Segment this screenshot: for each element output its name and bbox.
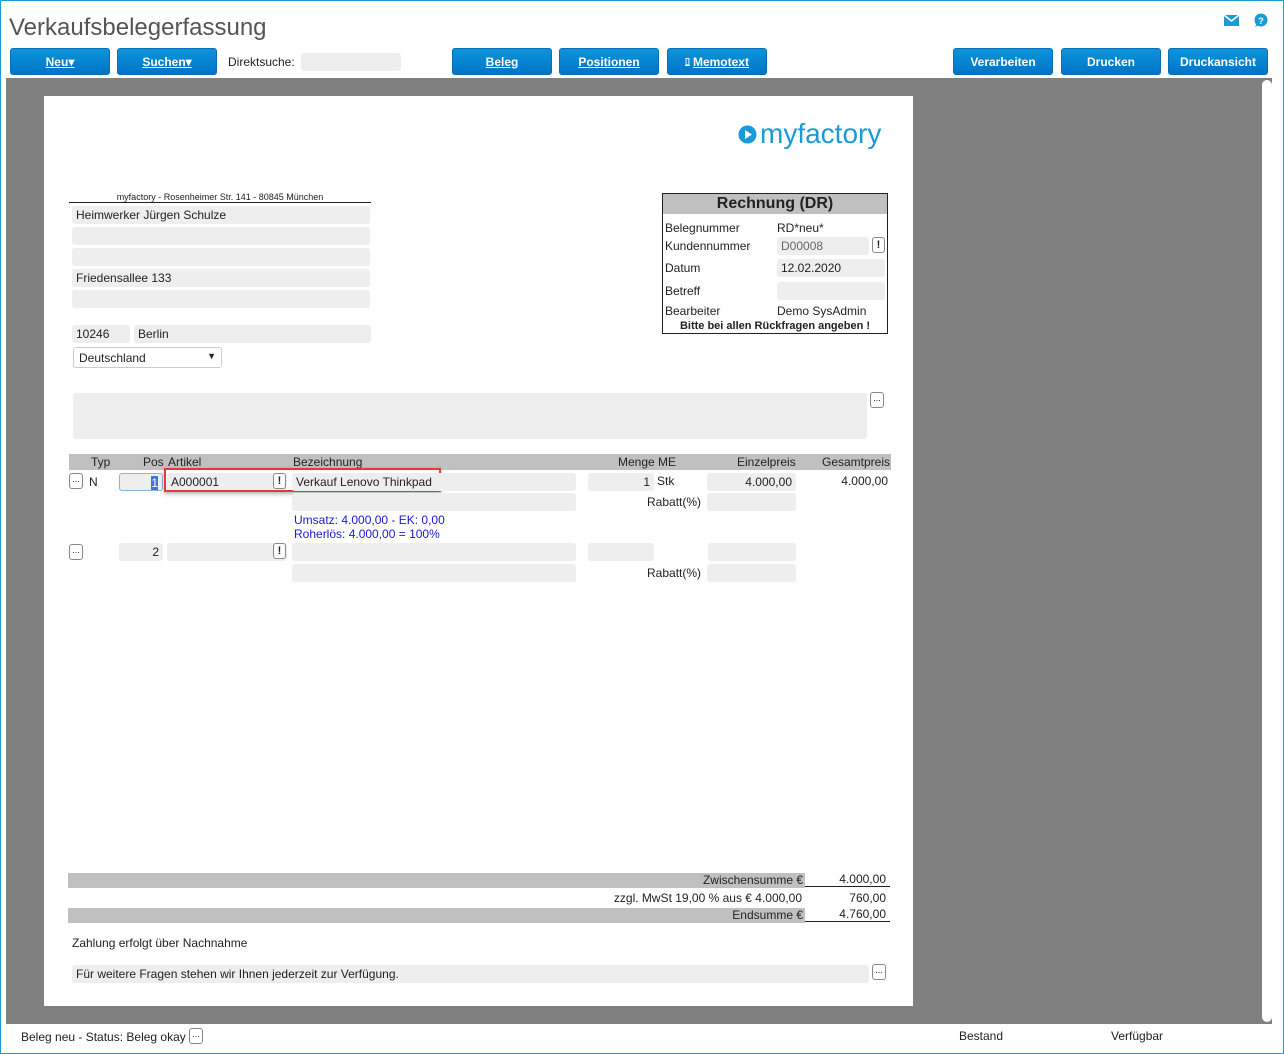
betreff-field[interactable] xyxy=(777,282,885,300)
address-line3[interactable] xyxy=(72,248,370,266)
logo: myfactory xyxy=(738,118,881,150)
direct-search-label: Direktsuche: xyxy=(228,55,295,69)
subtotal-label: Zwischensumme € xyxy=(702,873,803,887)
status-text: Beleg neu - Status: Beleg okay xyxy=(21,1030,186,1044)
col-me: ME xyxy=(658,455,676,469)
total-label: Endsumme € xyxy=(732,908,803,922)
article-lookup-button[interactable]: ! xyxy=(273,543,286,559)
sender-line: myfactory - Rosenheimer Str. 141 - 80845… xyxy=(69,192,371,203)
beleg-button[interactable]: Beleg xyxy=(452,48,552,75)
col-typ: Typ xyxy=(91,455,111,469)
col-gesamtpreis: Gesamtpreis xyxy=(822,455,891,469)
city-field[interactable]: Berlin xyxy=(134,325,371,343)
row-menge-field[interactable]: 1 xyxy=(588,473,654,491)
dropdown-arrow-icon: ▼ xyxy=(207,351,216,361)
address-street[interactable]: Friedensallee 133 xyxy=(72,269,370,287)
row-menu-button[interactable]: ... xyxy=(69,544,83,560)
document-type-title: Rechnung (DR) xyxy=(663,194,887,214)
memotext-button[interactable]: ▯ Memotext xyxy=(667,48,767,75)
closing-text-more-button[interactable]: ... xyxy=(872,964,886,980)
row-bezeichnung-field[interactable]: Verkauf Lenovo Thinkpad xyxy=(292,473,576,491)
closing-text-area[interactable]: Für weitere Fragen stehen wir Ihnen jede… xyxy=(72,965,869,983)
col-artikel: Artikel xyxy=(168,455,202,469)
druckansicht-button[interactable]: Druckansicht xyxy=(1168,48,1268,75)
row-me: Stk xyxy=(657,474,675,488)
payment-text: Zahlung erfolgt über Nachnahme xyxy=(72,936,248,950)
bestand-label: Bestand xyxy=(959,1029,1004,1043)
vat-label: zzgl. MwSt 19,00 % aus € 4.000,00 xyxy=(613,891,802,905)
address-line2[interactable] xyxy=(72,227,370,245)
roherloes-info: Roherlös: 4.000,00 = 100% xyxy=(294,527,440,541)
row-gesamtpreis: 4.000,00 xyxy=(841,474,888,488)
rabatt-label: Rabatt(%) xyxy=(647,566,702,580)
verarbeiten-button[interactable]: Verarbeiten xyxy=(953,48,1053,75)
direct-search-input[interactable] xyxy=(301,53,401,71)
play-logo-icon xyxy=(738,125,757,143)
col-bezeichnung: Bezeichnung xyxy=(293,455,363,469)
rabatt-label: Rabatt(%) xyxy=(647,495,702,509)
reference-note: Bitte bei allen Rückfragen angeben ! xyxy=(679,320,871,332)
zip-field[interactable]: 10246 xyxy=(72,325,130,343)
country-select[interactable]: Deutschland ▼ xyxy=(73,347,222,368)
belegnummer-value: RD*neu* xyxy=(777,221,824,235)
row-pos-field[interactable]: 2 xyxy=(119,543,163,561)
row-menu-button[interactable]: ... xyxy=(69,473,83,489)
row-typ: N xyxy=(89,475,98,489)
vat-value: 760,00 xyxy=(849,891,886,905)
kundennummer-field[interactable]: D00008 xyxy=(777,237,869,255)
search-button[interactable]: Suchen ▾ xyxy=(117,48,217,75)
memo-icon: ▯ xyxy=(685,56,690,66)
datum-field[interactable]: 12.02.2020 xyxy=(777,259,885,277)
help-icon[interactable]: ? xyxy=(1253,13,1268,28)
new-button[interactable]: Neu ▾ xyxy=(10,48,110,75)
row-einzelpreis-field[interactable] xyxy=(708,543,796,561)
svg-text:?: ? xyxy=(1258,16,1264,26)
document-page: myfactory myfactory - Rosenheimer Str. 1… xyxy=(44,96,913,1006)
positionen-button[interactable]: Positionen xyxy=(559,48,659,75)
rabatt-field[interactable] xyxy=(707,564,796,582)
row-bezeichnung-field[interactable] xyxy=(292,543,576,561)
col-einzelpreis: Einzelpreis xyxy=(737,455,796,469)
col-menge: Menge xyxy=(618,455,655,469)
row-artikel-field[interactable] xyxy=(167,543,287,561)
status-details-button[interactable]: ... xyxy=(189,1028,203,1044)
customer-lookup-button[interactable]: ! xyxy=(872,237,885,253)
page-title: Verkaufsbelegerfassung xyxy=(9,14,267,41)
address-name[interactable]: Heimwerker Jürgen Schulze xyxy=(72,206,370,224)
verfuegbar-label: Verfügbar xyxy=(1111,1029,1164,1043)
address-line5[interactable] xyxy=(72,290,370,308)
umsatz-info: Umsatz: 4.000,00 - EK: 0,00 xyxy=(294,513,445,527)
belegnummer-label: Belegnummer xyxy=(665,221,740,235)
scrollbar[interactable] xyxy=(1262,80,1272,1022)
subtotal-value: 4.000,00 xyxy=(805,872,890,887)
document-info-box: Rechnung (DR) Belegnummer RD*neu* Kunden… xyxy=(662,193,888,334)
kundennummer-label: Kundennummer xyxy=(665,239,751,253)
row-bezeichnung2-field[interactable] xyxy=(292,493,576,511)
header-text-more-button[interactable]: ... xyxy=(870,392,884,408)
drucken-button[interactable]: Drucken xyxy=(1061,48,1161,75)
row-einzelpreis-field[interactable]: 4.000,00 xyxy=(707,473,796,491)
datum-label: Datum xyxy=(665,261,701,275)
row-bezeichnung2-field[interactable] xyxy=(292,564,576,582)
rabatt-field[interactable] xyxy=(707,493,796,511)
header-text-area[interactable] xyxy=(73,393,867,439)
total-value: 4.760,00 xyxy=(805,907,890,922)
bearbeiter-value: Demo SysAdmin xyxy=(777,304,867,318)
col-pos: Pos xyxy=(143,455,164,469)
betreff-label: Betreff xyxy=(665,284,701,298)
row-menge-field[interactable] xyxy=(588,543,654,561)
row-pos-field[interactable]: 1 xyxy=(119,473,163,491)
bearbeiter-label: Bearbeiter xyxy=(665,304,721,318)
mail-icon[interactable] xyxy=(1224,15,1239,26)
